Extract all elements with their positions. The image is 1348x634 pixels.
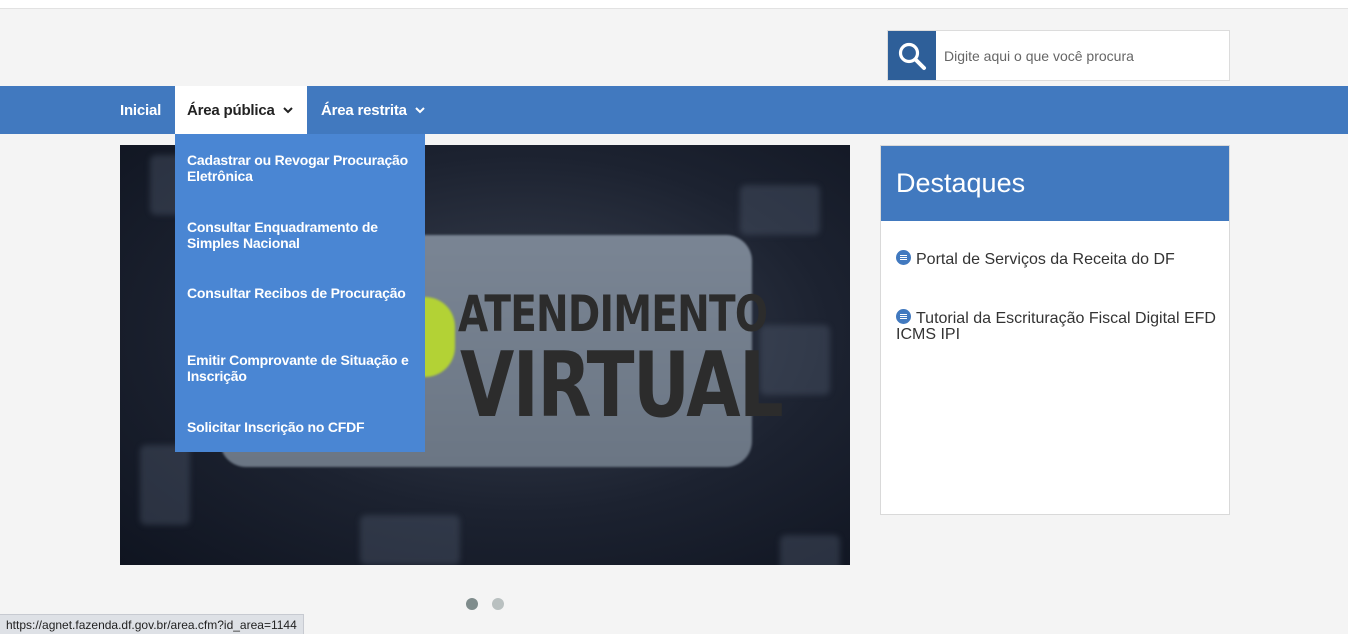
nav-inicial-label: Inicial (120, 101, 162, 119)
area-publica-dropdown: Cadastrar ou Revogar Procuração Eletrôni… (175, 134, 425, 452)
dropdown-item-comprovante[interactable]: Emitir Comprovante de Situação e Inscriç… (187, 352, 417, 384)
main-navbar: Inicial Área pública Área restrita (0, 86, 1348, 134)
slider-dot-1[interactable] (466, 598, 478, 610)
status-bar-url: https://agnet.fazenda.df.gov.br/area.cfm… (0, 614, 304, 634)
destaque-link-tutorial[interactable]: Tutorial da Escrituração Fiscal Digital … (896, 309, 1221, 343)
dropdown-item-procuracao[interactable]: Cadastrar ou Revogar Procuração Eletrôni… (187, 152, 417, 184)
slider-dot-2[interactable] (492, 598, 504, 610)
search-input[interactable] (936, 31, 1229, 80)
destaques-title: Destaques (881, 146, 1229, 221)
search-bar (887, 30, 1230, 81)
destaque-link-label: Tutorial da Escrituração Fiscal Digital … (896, 310, 1216, 343)
background-shape (780, 535, 840, 565)
dropdown-item-recibos[interactable]: Consultar Recibos de Procuração (187, 285, 417, 301)
dropdown-item-inscricao-cfdf[interactable]: Solicitar Inscrição no CFDF (187, 419, 417, 435)
background-shape (740, 185, 820, 235)
slide-title-line2: VIRTUAL (460, 333, 784, 438)
destaque-link-portal[interactable]: Portal de Serviços da Receita do DF (896, 250, 1221, 268)
background-shape (140, 445, 190, 525)
nav-area-publica[interactable]: Área pública (175, 86, 307, 134)
background-shape (360, 515, 460, 565)
destaques-panel: Destaques Portal de Serviços da Receita … (880, 145, 1230, 515)
search-icon (898, 42, 926, 70)
nav-area-restrita-label: Área restrita (321, 101, 407, 119)
chevron-down-icon (415, 106, 425, 114)
destaque-link-label: Portal de Serviços da Receita do DF (916, 251, 1175, 268)
top-border (0, 0, 1348, 9)
slider-pagination (466, 598, 504, 610)
list-bullet-icon (896, 250, 911, 265)
dropdown-item-simples-nacional[interactable]: Consultar Enquadramento de Simples Nacio… (187, 219, 417, 251)
nav-area-publica-label: Área pública (187, 101, 275, 119)
nav-area-restrita[interactable]: Área restrita (321, 86, 425, 134)
list-bullet-icon (896, 309, 911, 324)
chevron-down-icon (282, 106, 293, 114)
nav-inicial[interactable]: Inicial (120, 86, 161, 134)
search-button[interactable] (888, 31, 936, 80)
